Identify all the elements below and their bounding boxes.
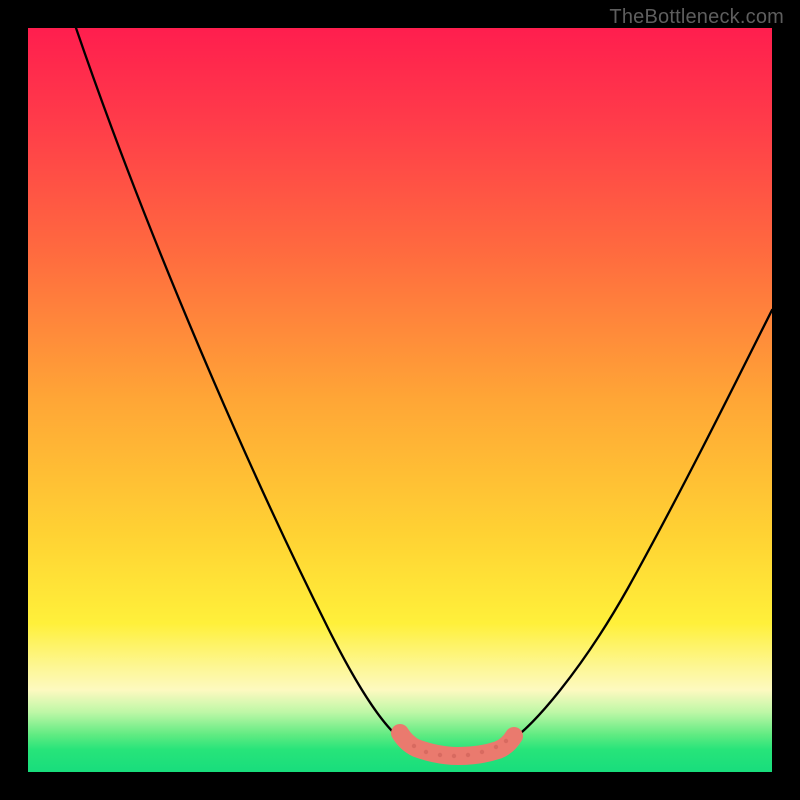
curve-left xyxy=(76,28,408,744)
plot-area xyxy=(28,28,772,772)
chart-frame: TheBottleneck.com xyxy=(0,0,800,800)
sweet-spot-ribbon xyxy=(400,733,514,756)
watermark-text: TheBottleneck.com xyxy=(609,6,784,29)
curve-right xyxy=(506,310,772,744)
curve-layer xyxy=(28,28,772,772)
